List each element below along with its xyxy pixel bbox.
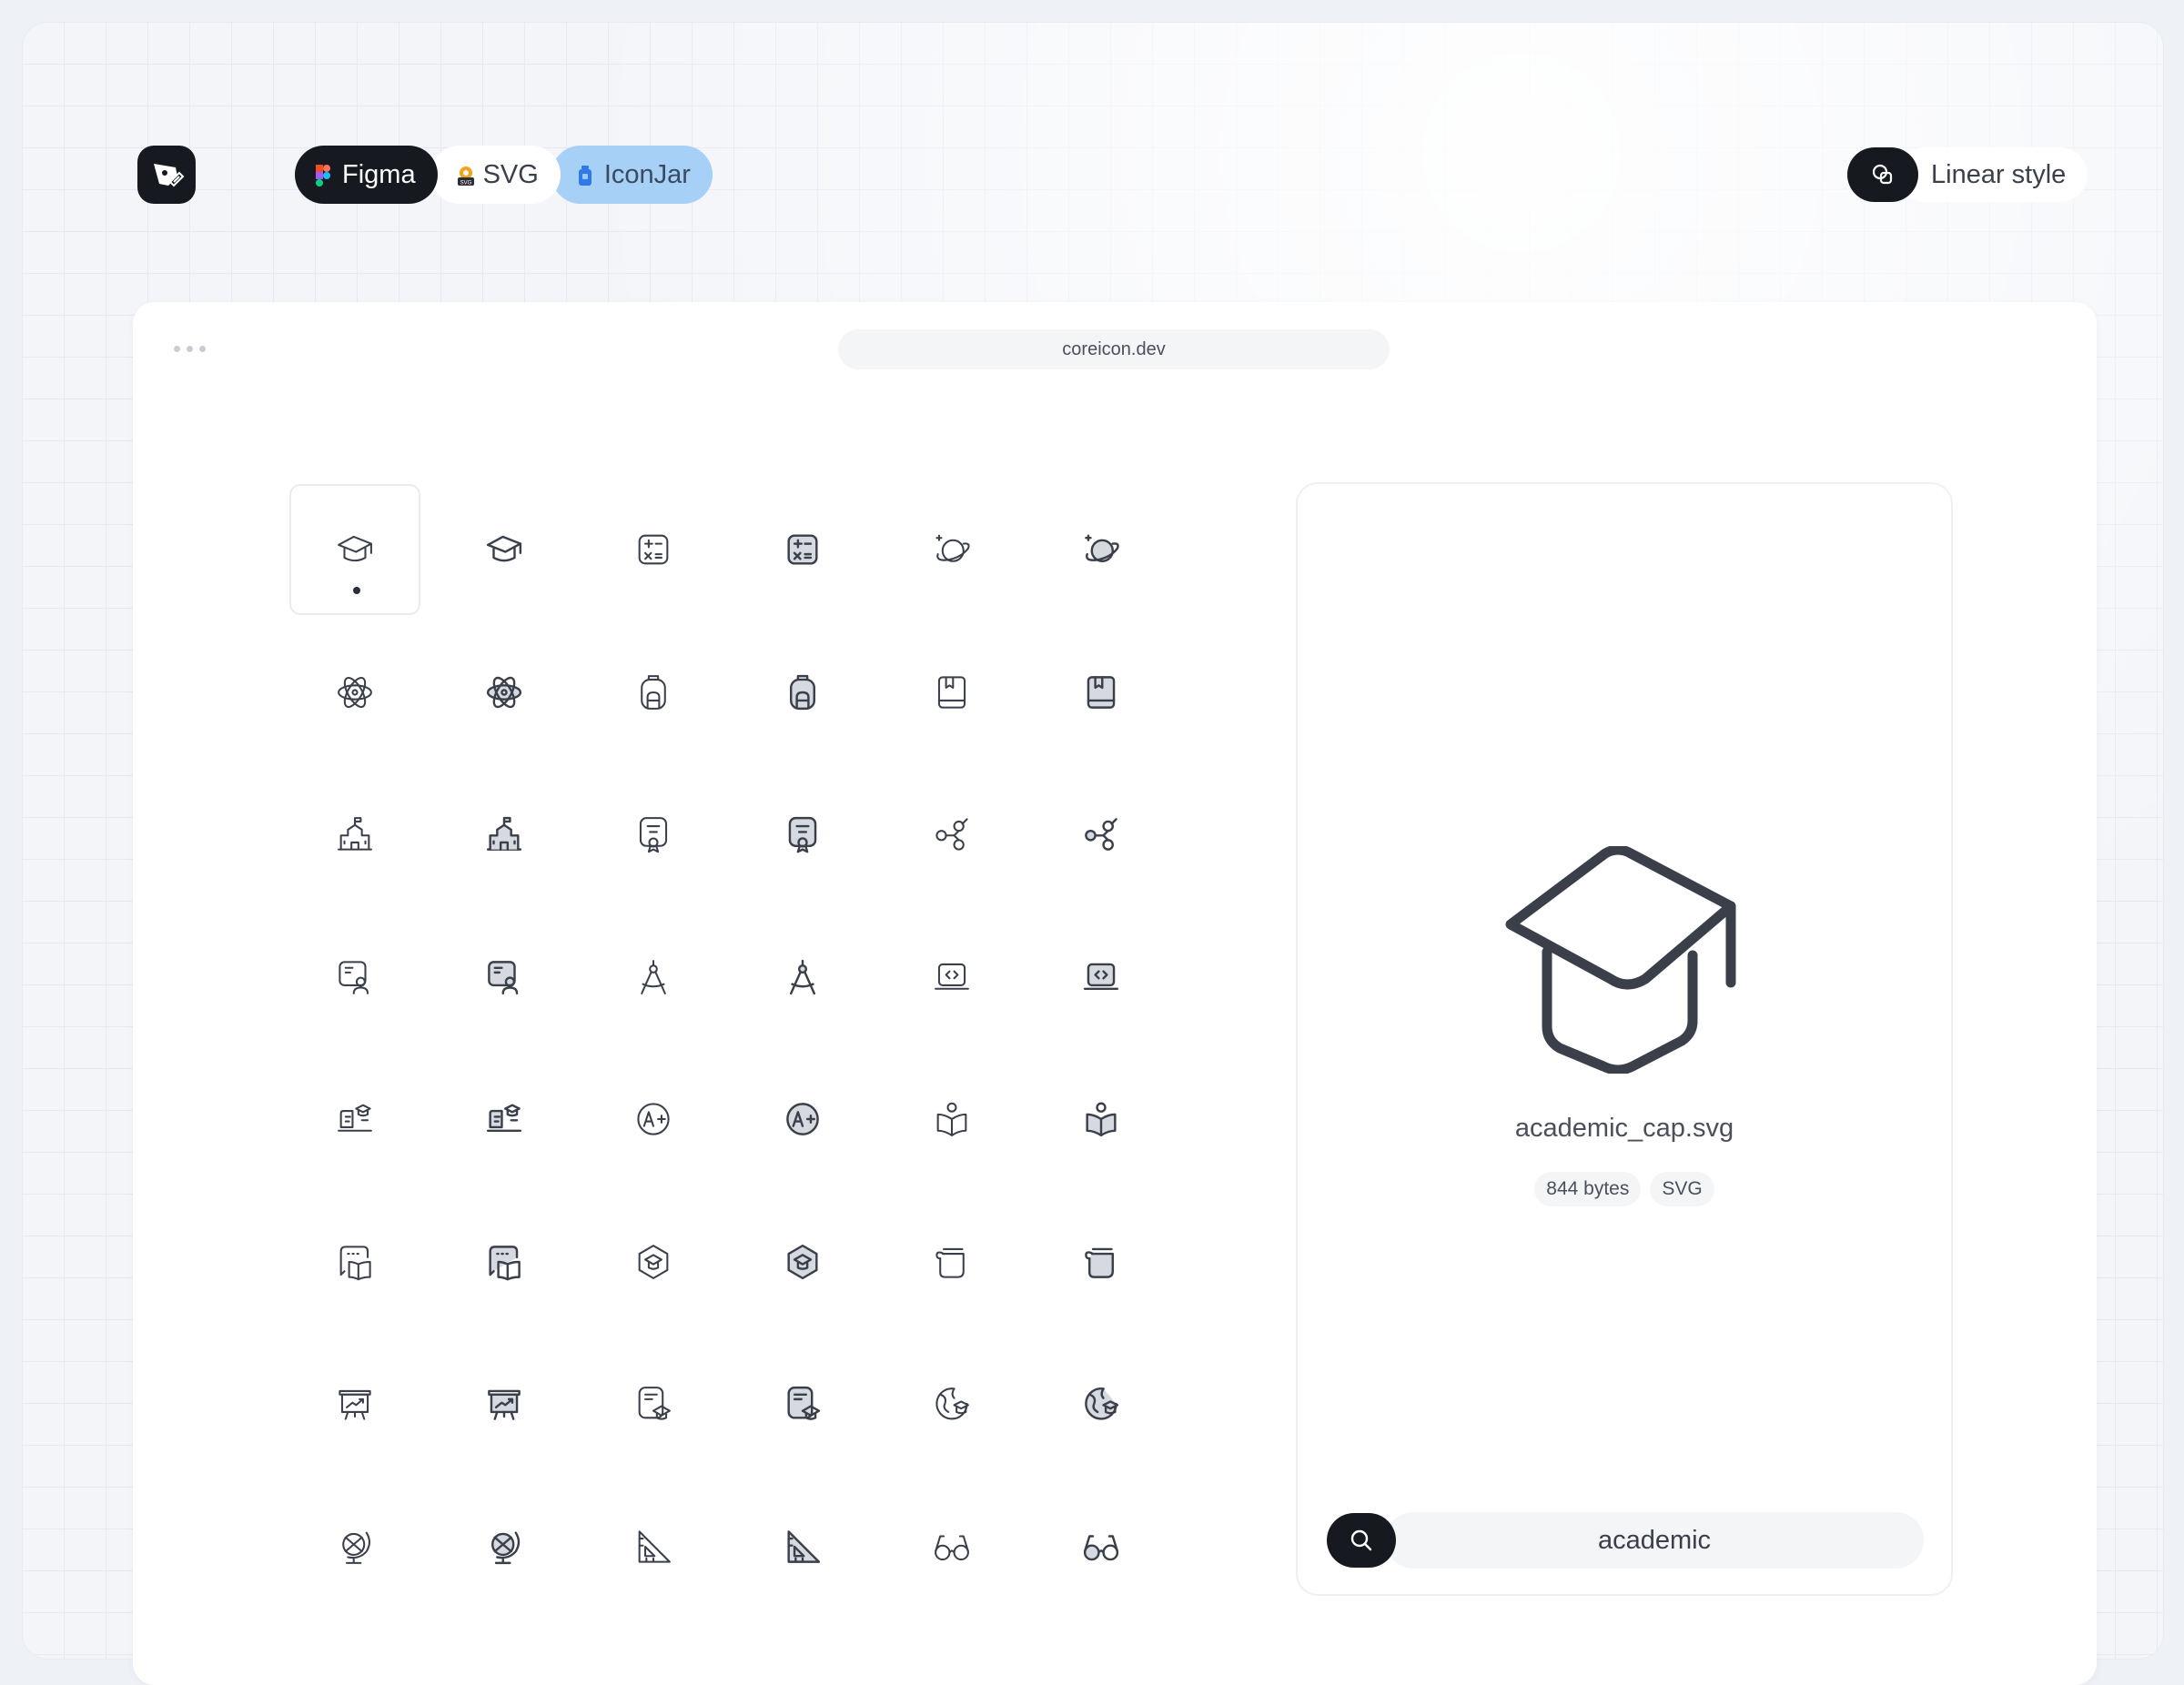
glasses-icon[interactable] [886, 1481, 1017, 1612]
certificate-icon[interactable] [737, 769, 868, 900]
grade-a-plus-icon[interactable] [737, 1054, 868, 1185]
url-bar[interactable]: coreicon.dev [838, 329, 1390, 369]
academic-cap-icon [1503, 844, 1749, 1078]
calculator-icon[interactable] [737, 484, 868, 615]
tab-svg-label: SVG [482, 159, 539, 189]
compass-tool-icon[interactable] [588, 912, 719, 1043]
triangle-ruler-icon[interactable] [737, 1481, 868, 1612]
tab-iconjar[interactable]: IconJar [551, 146, 713, 204]
scroll-paper-icon[interactable] [1036, 1196, 1167, 1327]
icon-preview-card: academic_cap.svg 844 bytes SVG [1296, 482, 1953, 1596]
book-chat-icon[interactable] [289, 1196, 420, 1327]
laptop-code-icon[interactable] [886, 912, 1017, 1043]
style-toggle[interactable]: Linear style [1847, 146, 2088, 204]
certificate-icon[interactable] [588, 769, 719, 900]
tab-svg[interactable]: SVG SVG [430, 146, 561, 204]
calculator-icon[interactable] [588, 484, 719, 615]
diploma-document-icon[interactable] [737, 1338, 868, 1469]
education-badge-icon[interactable] [737, 1196, 868, 1327]
atom-icon[interactable] [289, 627, 420, 758]
export-format-tabs: Figma SVG SVG IconJar [295, 146, 713, 204]
style-toggle-label[interactable]: Linear style [1898, 147, 2088, 202]
academic-cap-icon[interactable] [289, 484, 420, 615]
reading-person-icon[interactable] [1036, 1054, 1167, 1185]
backpack-icon[interactable] [737, 627, 868, 758]
triangle-ruler-icon[interactable] [588, 1481, 719, 1612]
search-input[interactable] [1385, 1512, 1924, 1569]
svg-file-icon: SVG [456, 164, 474, 187]
glasses-icon[interactable] [1036, 1481, 1167, 1612]
file-format-badge: SVG [1650, 1172, 1714, 1206]
molecule-icon[interactable] [1036, 769, 1167, 900]
search-icon[interactable] [1327, 1513, 1396, 1568]
atom-icon[interactable] [439, 627, 570, 758]
book-icon[interactable] [886, 627, 1017, 758]
iconjar-icon [577, 164, 593, 186]
student-board-icon[interactable] [439, 912, 570, 1043]
online-course-icon[interactable] [289, 1054, 420, 1185]
education-badge-icon[interactable] [588, 1196, 719, 1327]
book-chat-icon[interactable] [439, 1196, 570, 1327]
app-background: Figma SVG SVG IconJar Linear style corei… [22, 22, 2164, 1685]
globe-stand-icon[interactable] [439, 1481, 570, 1612]
molecule-icon[interactable] [886, 769, 1017, 900]
planet-icon[interactable] [1036, 484, 1167, 615]
presentation-board-icon[interactable] [289, 1338, 420, 1469]
preview-file-name: academic_cap.svg [1514, 1114, 1734, 1143]
backpack-icon[interactable] [588, 627, 719, 758]
book-icon[interactable] [1036, 627, 1167, 758]
scroll-paper-icon[interactable] [886, 1196, 1017, 1327]
diploma-document-icon[interactable] [588, 1338, 719, 1469]
file-size-badge: 844 bytes [1534, 1172, 1642, 1206]
global-education-icon[interactable] [1036, 1338, 1167, 1469]
tab-figma[interactable]: Figma [295, 146, 438, 204]
file-meta: 844 bytes SVG [1298, 1172, 1951, 1206]
globe-stand-icon[interactable] [289, 1481, 420, 1612]
shapes-icon[interactable] [1847, 147, 1918, 202]
window-dots [174, 346, 206, 352]
selected-indicator [353, 587, 360, 594]
academic-cap-icon[interactable] [439, 484, 570, 615]
global-education-icon[interactable] [886, 1338, 1017, 1469]
tab-iconjar-label: IconJar [603, 159, 691, 189]
student-board-icon[interactable] [289, 912, 420, 1043]
grade-a-plus-icon[interactable] [588, 1054, 719, 1185]
browser-window: coreicon.dev academic_cap.svg 844 bytes … [133, 302, 2097, 1685]
figma-icon [315, 164, 331, 187]
online-course-icon[interactable] [439, 1054, 570, 1185]
pen-logo-icon[interactable] [137, 146, 196, 204]
search-bar [1327, 1512, 1924, 1569]
planet-icon[interactable] [886, 484, 1017, 615]
reading-person-icon[interactable] [886, 1054, 1017, 1185]
laptop-code-icon[interactable] [1036, 912, 1167, 1043]
compass-tool-icon[interactable] [737, 912, 868, 1043]
school-building-icon[interactable] [439, 769, 570, 900]
tab-figma-label: Figma [342, 159, 416, 189]
svg-text:SVG: SVG [460, 181, 471, 187]
presentation-board-icon[interactable] [439, 1338, 570, 1469]
school-building-icon[interactable] [289, 769, 420, 900]
